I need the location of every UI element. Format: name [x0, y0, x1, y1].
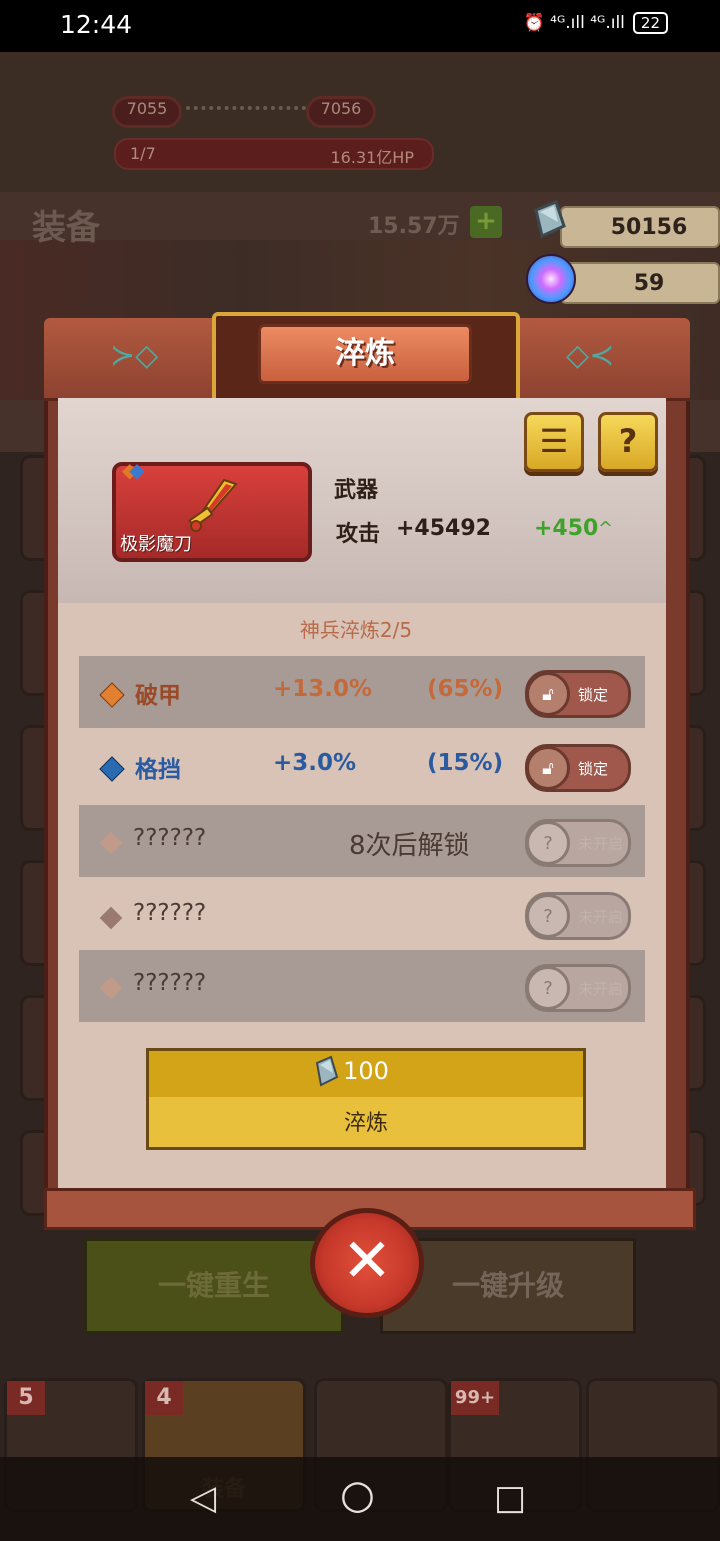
locked-diamond-icon	[99, 906, 123, 930]
menu-button[interactable]: ☰	[524, 412, 584, 472]
close-button[interactable]: ✕	[310, 1208, 424, 1318]
boss-hp-bar: 1/7 16.31亿HP	[114, 138, 434, 170]
help-button[interactable]: ?	[598, 412, 658, 472]
lock-toggle[interactable]: 🔓︎ 锁定	[525, 744, 631, 792]
attribute-row: ?????? ? 未开启	[79, 878, 645, 950]
tab-badge: 99+	[451, 1381, 499, 1415]
add-power-icon[interactable]: +	[470, 206, 502, 238]
lock-toggle-label: 锁定	[578, 759, 609, 778]
attribute-row: ?????? ? 未开启	[79, 950, 645, 1022]
tab-badge: 5	[7, 1381, 45, 1415]
question-icon: ?	[526, 894, 570, 938]
refine-button[interactable]: 100 淬炼	[146, 1048, 586, 1150]
signal-icon: ⏰ ⁴ᴳ.ıll ⁴ᴳ.ıll	[523, 13, 625, 33]
locked-diamond-icon	[99, 976, 123, 1000]
stage-text: 1/7	[130, 144, 156, 163]
attribute-name: ??????	[133, 970, 207, 996]
home-icon[interactable]: ○	[340, 1472, 375, 1518]
refine-level: 神兵淬炼2/5	[299, 618, 413, 642]
attribute-value: +3.0%	[273, 750, 357, 776]
power-value: 15.57万	[368, 214, 460, 239]
recents-icon[interactable]: □	[494, 1478, 526, 1518]
lock-icon: 🔓︎	[526, 746, 570, 790]
gem-count: 50156	[610, 214, 688, 240]
attribute-name: ??????	[133, 900, 207, 926]
lock-toggle[interactable]: 🔓︎ 锁定	[525, 670, 631, 718]
attribute-value: +13.0%	[273, 676, 373, 702]
progress-right-pill: 7056	[306, 96, 376, 128]
attack-label: 攻击	[336, 522, 381, 547]
up-arrow-icon: ^	[598, 518, 614, 539]
status-bar: 12:44 ⏰ ⁴ᴳ.ıll ⁴ᴳ.ıll 22	[0, 0, 720, 52]
battery-icon: 22	[632, 12, 668, 34]
attribute-name: 破甲	[135, 683, 181, 709]
item-name: 极影魔刀	[120, 534, 192, 555]
back-icon[interactable]: ◁	[190, 1478, 216, 1518]
item-gem-icons: ◆◆	[122, 458, 145, 482]
disabled-toggle[interactable]: ? 未开启	[525, 964, 631, 1012]
question-icon: ?	[526, 821, 570, 865]
refine-cost: 100	[343, 1057, 389, 1085]
attribute-chance: (65%)	[427, 676, 504, 702]
attribute-name: 格挡	[135, 757, 181, 783]
disabled-toggle[interactable]: ? 未开启	[525, 892, 631, 940]
orb-counter[interactable]: 59	[560, 262, 720, 304]
one-click-rebirth-button[interactable]: 一键重生	[84, 1238, 344, 1334]
attack-increase: +450	[534, 516, 599, 541]
sword-icon	[188, 478, 238, 532]
question-icon: ?	[526, 966, 570, 1010]
orange-diamond-icon	[99, 682, 125, 708]
attribute-row: ?????? 8次后解锁 ? 未开启	[79, 805, 645, 877]
lock-icon: 🔓︎	[526, 672, 570, 716]
progress-track	[186, 106, 306, 114]
attribute-row: 破甲 +13.0% (65%) 🔓︎ 锁定	[79, 656, 645, 728]
attribute-row: 格挡 +3.0% (15%) 🔓︎ 锁定	[79, 730, 645, 802]
attack-value: +45492	[396, 516, 491, 541]
blue-gem-icon: ◆	[129, 458, 145, 482]
magic-orb-icon	[526, 254, 576, 304]
equipment-title: 装备	[32, 208, 100, 248]
progress-left-pill: 7055	[112, 96, 182, 128]
item-type: 武器	[334, 478, 379, 503]
refine-label: 淬炼	[343, 1111, 388, 1136]
tab-badge: 4	[145, 1381, 183, 1415]
toggle-label: 未开启	[578, 907, 624, 926]
status-time: 12:44	[60, 10, 133, 39]
attribute-chance: (15%)	[427, 750, 504, 776]
attribute-name: ??????	[133, 825, 207, 851]
status-icons: ⏰ ⁴ᴳ.ıll ⁴ᴳ.ıll 22	[524, 12, 668, 34]
blue-diamond-icon	[99, 756, 125, 782]
fish-ornament-icon: ◇≺	[566, 338, 615, 373]
toggle-label: 未开启	[578, 979, 624, 998]
gem-counter[interactable]: 50156	[560, 206, 720, 248]
fish-ornament-icon: ≻◇	[110, 338, 159, 373]
unlock-text: 8次后解锁	[349, 831, 470, 861]
toggle-label: 未开启	[578, 834, 624, 853]
orb-count: 59	[633, 270, 665, 296]
boss-hp-text: 16.31亿HP	[330, 148, 415, 167]
lock-toggle-label: 锁定	[578, 685, 609, 704]
diamond-gem-icon	[534, 200, 566, 239]
locked-diamond-icon	[99, 831, 123, 855]
dialog-title: 淬炼	[258, 324, 472, 384]
disabled-toggle[interactable]: ? 未开启	[525, 819, 631, 867]
